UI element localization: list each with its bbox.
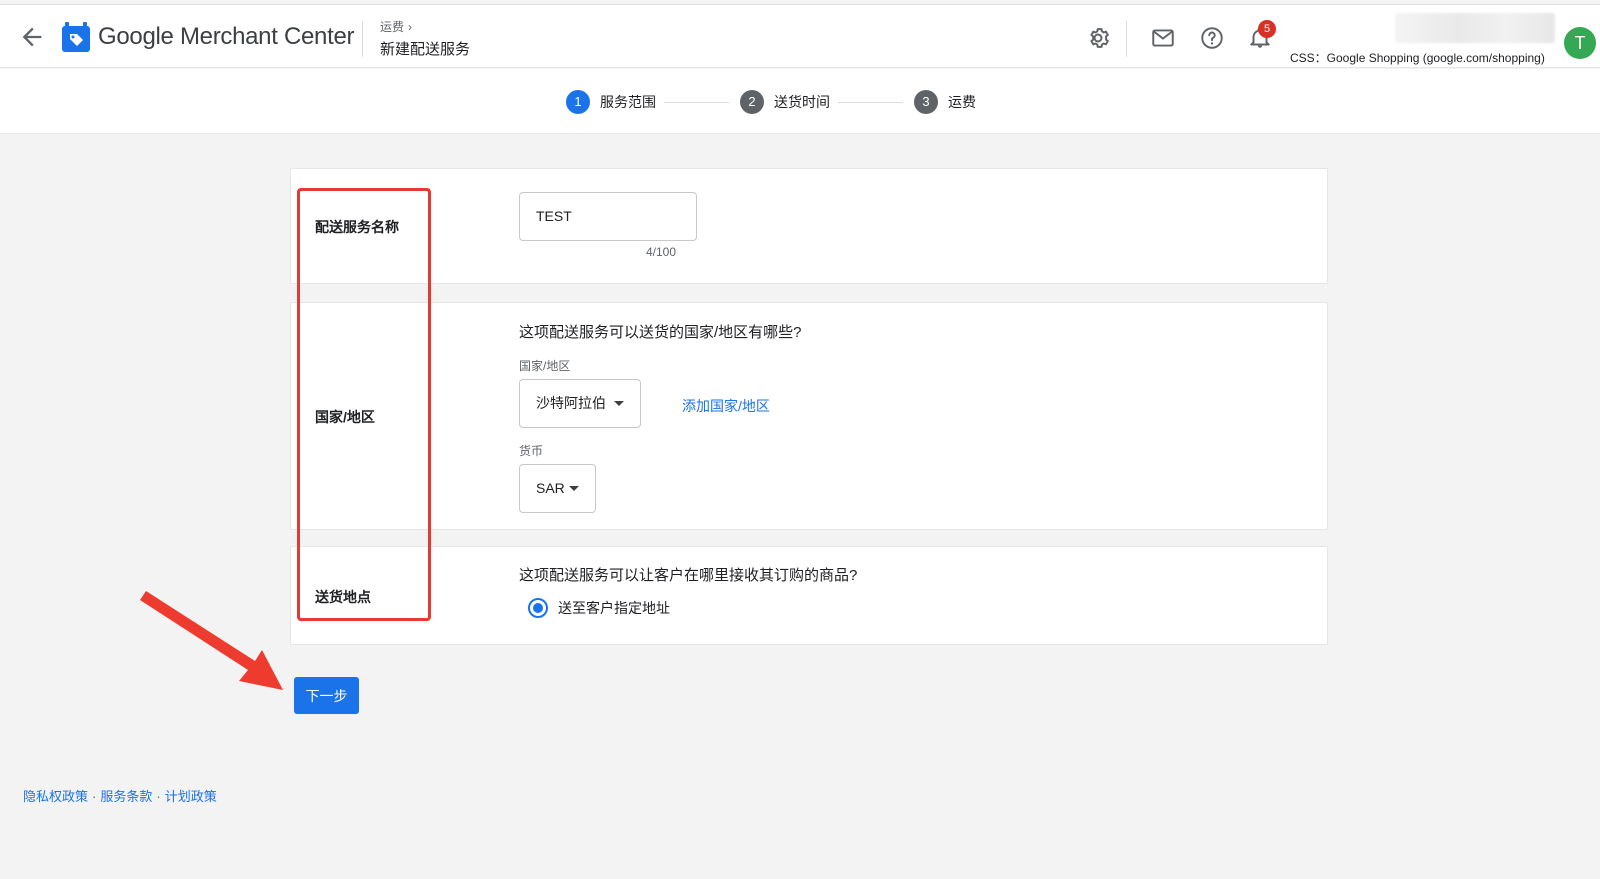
- step-label: 运费: [948, 94, 976, 110]
- merchant-center-logo[interactable]: [62, 22, 90, 52]
- currency-select[interactable]: SAR: [519, 464, 596, 513]
- country-select-value: 沙特阿拉伯: [536, 395, 606, 411]
- delivery-location-question: 这项配送服务可以让客户在哪里接收其订购的商品?: [519, 567, 858, 584]
- country-section-label: 国家/地区: [315, 409, 375, 425]
- page-title: 新建配送服务: [380, 41, 471, 58]
- service-name-label: 配送服务名称: [315, 219, 399, 235]
- country-card: 国家/地区 这项配送服务可以送货的国家/地区有哪些? 国家/地区 沙特阿拉伯 添…: [290, 302, 1328, 530]
- step-number: 1: [566, 90, 590, 114]
- currency-select-value: SAR: [536, 480, 565, 496]
- breadcrumb-item[interactable]: 运费: [380, 20, 404, 34]
- gear-icon[interactable]: [1085, 25, 1111, 51]
- service-name-input[interactable]: TEST: [519, 192, 697, 241]
- step-number: 2: [740, 90, 764, 114]
- header-divider: [362, 21, 363, 57]
- next-button[interactable]: 下一步: [294, 677, 359, 714]
- step-connector: [838, 102, 903, 103]
- mail-icon[interactable]: [1150, 25, 1176, 51]
- step-number: 3: [914, 90, 938, 114]
- dropdown-caret-icon: [569, 486, 579, 491]
- country-question: 这项配送服务可以送货的国家/地区有哪些?: [519, 324, 802, 341]
- footer-links: 隐私权政策 · 服务条款 · 计划政策: [23, 786, 217, 805]
- dropdown-caret-icon: [614, 401, 624, 406]
- back-arrow-icon[interactable]: [18, 23, 46, 51]
- footer-separator: ·: [156, 789, 161, 804]
- chevron-right-icon: ›: [408, 20, 413, 34]
- footer-separator: ·: [92, 789, 97, 804]
- header-divider: [1126, 21, 1127, 57]
- stepper: 1 服务范围 2 送货时间 3 运费: [0, 69, 1600, 134]
- customer-address-radio[interactable]: [528, 598, 548, 618]
- privacy-policy-link[interactable]: 隐私权政策: [23, 789, 88, 804]
- step-label: 服务范围: [600, 94, 656, 110]
- step-shipping-rate[interactable]: 3 运费: [914, 90, 976, 114]
- country-select[interactable]: 沙特阿拉伯: [519, 379, 641, 428]
- step-service-scope[interactable]: 1 服务范围: [566, 90, 656, 114]
- help-icon[interactable]: [1199, 25, 1225, 51]
- delivery-location-label: 送货地点: [315, 589, 371, 605]
- delivery-location-card: 送货地点 这项配送服务可以让客户在哪里接收其订购的商品? 送至客户指定地址: [290, 546, 1328, 645]
- terms-of-service-link[interactable]: 服务条款: [100, 789, 152, 804]
- product-name[interactable]: Google Merchant Center: [98, 23, 355, 51]
- account-name-blurred: [1395, 13, 1555, 43]
- customer-address-option-label[interactable]: 送至客户指定地址: [558, 598, 670, 618]
- add-country-link[interactable]: 添加国家/地区: [682, 396, 770, 416]
- account-css-line[interactable]: CSS：Google Shopping (google.com/shopping…: [1290, 49, 1545, 66]
- top-app-bar: Google Merchant Center 运费 › 新建配送服务 5 CSS：…: [0, 4, 1600, 68]
- service-name-card: 配送服务名称 TEST 4/100: [290, 168, 1328, 284]
- annotation-arrow-icon: [140, 591, 283, 690]
- notification-badge: 5: [1258, 20, 1276, 38]
- avatar[interactable]: T: [1564, 27, 1596, 59]
- step-label: 送货时间: [774, 94, 830, 110]
- step-delivery-time[interactable]: 2 送货时间: [740, 90, 830, 114]
- program-policies-link[interactable]: 计划政策: [165, 789, 217, 804]
- currency-field-label: 货币: [519, 444, 544, 458]
- step-connector: [664, 102, 729, 103]
- country-field-label: 国家/地区: [519, 359, 571, 373]
- breadcrumb[interactable]: 运费 ›: [380, 18, 412, 35]
- character-counter: 4/100: [646, 245, 677, 259]
